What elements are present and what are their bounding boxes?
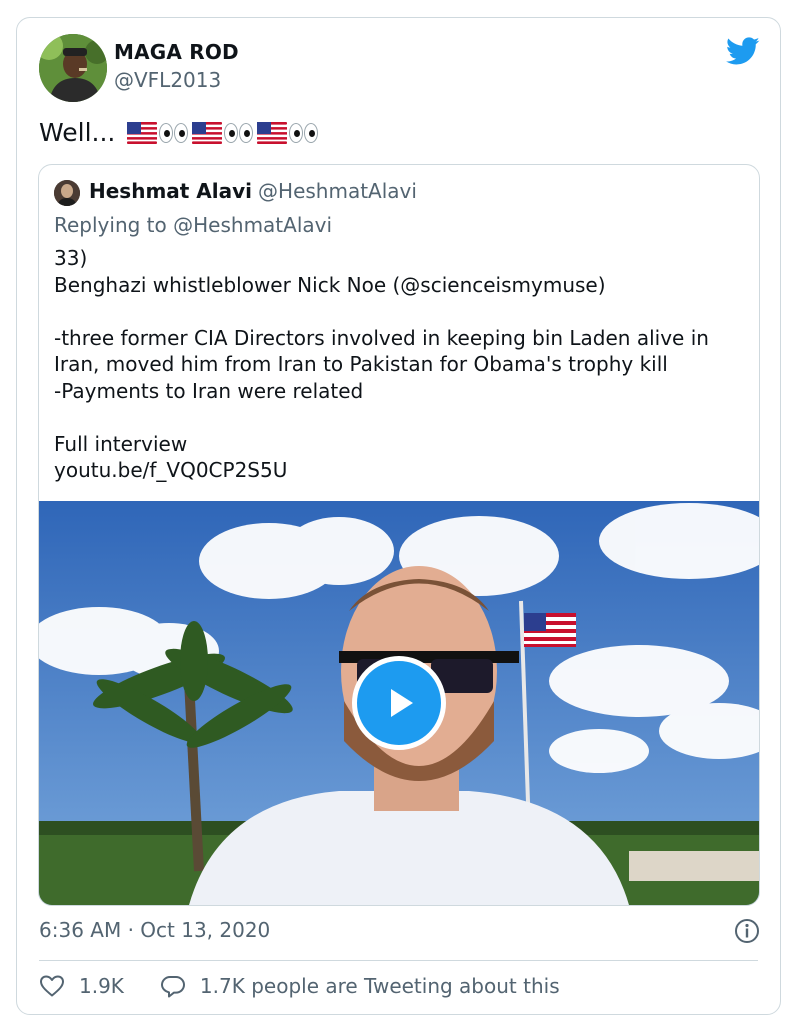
tweet-actions: 1.9K 1.7K people are Tweeting about this: [39, 974, 560, 998]
eyes-icon: [159, 122, 189, 143]
tweet-card: MAGA ROD @VFL2013 Well... Heshmat Alavi …: [16, 17, 781, 1015]
quoted-tweet[interactable]: Heshmat Alavi @HeshmatAlavi Replying to @…: [38, 164, 760, 906]
like-action[interactable]: 1.9K: [39, 974, 124, 998]
divider: [39, 960, 758, 961]
us-flag-icon: [127, 121, 158, 144]
play-icon: [391, 689, 413, 717]
eyes-icon: [289, 122, 319, 143]
eyes-icon: [224, 122, 254, 143]
like-count: 1.9K: [79, 974, 124, 998]
replying-to-handle[interactable]: @HeshmatAlavi: [173, 213, 332, 237]
us-flag-icon: [257, 121, 288, 144]
us-flag-icon: [192, 121, 223, 144]
replying-to-prefix: Replying to: [54, 213, 167, 237]
twitter-bird-icon[interactable]: [725, 34, 760, 68]
quoted-author-name[interactable]: Heshmat Alavi: [89, 179, 252, 203]
reply-bubble-icon: [160, 976, 185, 998]
tweeting-action[interactable]: 1.7K people are Tweeting about this: [160, 974, 560, 998]
tweeting-count: 1.7K people are Tweeting about this: [199, 974, 560, 998]
video-thumbnail[interactable]: [39, 501, 759, 905]
quoted-author[interactable]: Heshmat Alavi @HeshmatAlavi: [89, 179, 417, 203]
tweet-text-body: Well...: [39, 118, 116, 147]
quoted-tweet-body: 33) Benghazi whistleblower Nick Noe (@sc…: [54, 246, 709, 482]
quoted-author-handle[interactable]: @HeshmatAlavi: [258, 179, 417, 203]
tweet-timestamp[interactable]: 6:36 AM · Oct 13, 2020: [39, 918, 270, 942]
info-icon[interactable]: [734, 918, 760, 944]
emoji-sequence: [127, 121, 320, 144]
heart-icon: [40, 975, 64, 997]
author-name[interactable]: MAGA ROD: [114, 40, 239, 64]
tweet-text: Well...: [39, 118, 320, 147]
author-handle[interactable]: @VFL2013: [114, 68, 221, 92]
author-avatar[interactable]: [39, 34, 107, 102]
replying-to: Replying to @HeshmatAlavi: [54, 213, 332, 237]
quoted-author-avatar[interactable]: [54, 180, 80, 206]
play-button[interactable]: [352, 656, 446, 750]
